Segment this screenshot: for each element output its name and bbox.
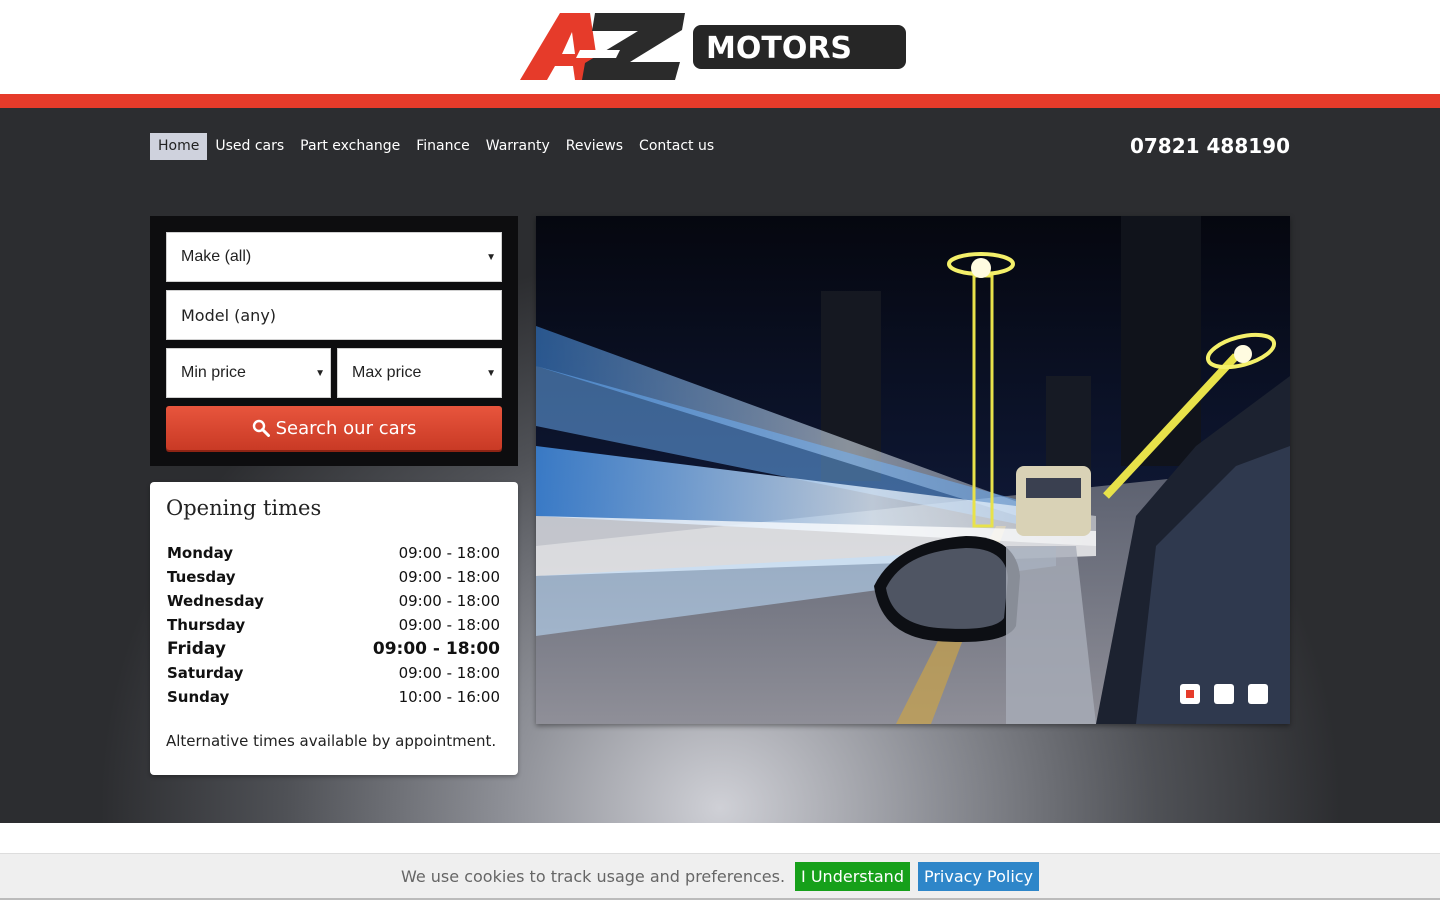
model-input[interactable]: Model (any) [166, 290, 502, 340]
hero-image-slider[interactable] [536, 216, 1290, 724]
min-price-select[interactable]: Min price ▼ [166, 348, 331, 398]
hours-value: 09:00 - 18:00 [398, 616, 500, 634]
main-nav: Home Used cars Part exchange Finance War… [150, 133, 722, 160]
dropdown-arrow-icon: ▼ [315, 367, 325, 379]
hours-value: 09:00 - 18:00 [398, 568, 500, 586]
phone-number[interactable]: 07821 488190 [1130, 133, 1290, 160]
dropdown-arrow-icon: ▼ [486, 367, 496, 379]
day-label: Wednesday [167, 592, 264, 610]
opening-times-table: Monday 09:00 - 18:00 Tuesday 09:00 - 18:00… [167, 541, 500, 709]
hours-value: 09:00 - 18:00 [372, 639, 500, 659]
times-row: Saturday 09:00 - 18:00 [167, 661, 500, 685]
slide-3-dot[interactable] [1248, 684, 1268, 704]
hours-value: 09:00 - 18:00 [398, 664, 500, 682]
site-header: MOTORS [0, 0, 1440, 94]
search-cars-button[interactable]: Search our cars [166, 406, 502, 450]
times-row: Sunday 10:00 - 16:00 [167, 685, 500, 709]
logo-wordmark: MOTORS [706, 31, 852, 66]
nav-reviews[interactable]: Reviews [558, 133, 631, 160]
times-row: Wednesday 09:00 - 18:00 [167, 589, 500, 613]
day-label: Saturday [167, 664, 244, 682]
max-price-select[interactable]: Max price ▼ [337, 348, 502, 398]
model-input-placeholder: Model (any) [181, 305, 277, 325]
day-label: Friday [167, 639, 226, 659]
accept-cookies-button[interactable]: I Understand [795, 861, 910, 891]
times-row: Thursday 09:00 - 18:00 [167, 613, 500, 637]
make-select[interactable]: Make (all) ▼ [166, 232, 502, 282]
nav-part-exchange[interactable]: Part exchange [292, 133, 408, 160]
search-button-label: Search our cars [275, 417, 417, 439]
hours-value: 10:00 - 16:00 [398, 688, 500, 706]
slide-1-dot[interactable] [1180, 684, 1200, 704]
day-label: Thursday [167, 616, 246, 634]
slider-pagination [1180, 684, 1268, 704]
slide-2-dot[interactable] [1214, 684, 1234, 704]
opening-times-title: Opening times [166, 496, 322, 520]
day-label: Tuesday [167, 568, 236, 586]
times-row-today: Friday 09:00 - 18:00 [167, 637, 500, 661]
times-row: Tuesday 09:00 - 18:00 [167, 565, 500, 589]
night-traffic-photo [536, 216, 1290, 724]
cookie-banner: We use cookies to track usage and prefer… [0, 853, 1440, 900]
nav-home[interactable]: Home [150, 133, 208, 160]
opening-times-note: Alternative times available by appointme… [166, 732, 497, 750]
hours-value: 09:00 - 18:00 [398, 544, 500, 562]
min-price-value: Min price [181, 364, 246, 381]
car-search-panel: Make (all) ▼ Model (any) Min price ▼ Max… [150, 216, 518, 466]
day-label: Sunday [167, 688, 230, 706]
nav-warranty[interactable]: Warranty [478, 133, 558, 160]
search-icon [252, 419, 270, 437]
nav-contact-us[interactable]: Contact us [631, 133, 722, 160]
dropdown-arrow-icon: ▼ [486, 251, 496, 263]
opening-times-card: Opening times Monday 09:00 - 18:00 Tuesda… [150, 482, 518, 775]
times-row: Monday 09:00 - 18:00 [167, 541, 500, 565]
max-price-value: Max price [352, 364, 422, 381]
az-motors-logo[interactable]: MOTORS [520, 10, 910, 84]
nav-finance[interactable]: Finance [408, 133, 478, 160]
accent-bar [0, 94, 1440, 108]
hours-value: 09:00 - 18:00 [398, 592, 500, 610]
make-select-value: Make (all) [181, 248, 252, 265]
day-label: Monday [167, 544, 234, 562]
privacy-policy-button[interactable]: Privacy Policy [917, 861, 1040, 891]
cookie-message: We use cookies to track usage and prefer… [400, 866, 786, 886]
nav-used-cars[interactable]: Used cars [207, 133, 292, 160]
